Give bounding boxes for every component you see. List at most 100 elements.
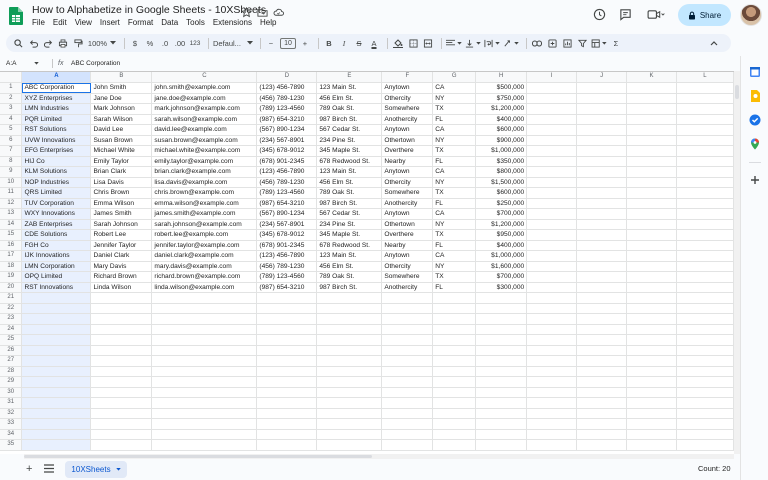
cell-d22[interactable] bbox=[256, 303, 318, 314]
cell-d15[interactable]: (345) 678-9012 bbox=[256, 229, 318, 241]
cell-a6[interactable]: UVW Innovations bbox=[21, 135, 92, 146]
cell-j10[interactable] bbox=[576, 177, 628, 188]
cell-c14[interactable]: sarah.johnson@example.com bbox=[151, 219, 258, 230]
cell-l9[interactable] bbox=[676, 166, 734, 178]
cell-f29[interactable] bbox=[381, 376, 434, 388]
cell-j28[interactable] bbox=[576, 366, 628, 377]
cell-j19[interactable] bbox=[576, 271, 628, 283]
cell-e8[interactable]: 678 Redwood St. bbox=[316, 156, 383, 167]
cell-h9[interactable]: $800,000 bbox=[475, 166, 528, 178]
cell-d26[interactable] bbox=[256, 345, 318, 356]
row-header[interactable]: 4 bbox=[0, 114, 23, 125]
cell-g10[interactable]: NY bbox=[432, 177, 477, 188]
column-header-d[interactable]: D bbox=[256, 72, 318, 83]
cell-b17[interactable]: Daniel Clark bbox=[90, 250, 153, 262]
cell-i2[interactable] bbox=[526, 93, 578, 104]
cell-a13[interactable]: WXY Innovations bbox=[21, 208, 92, 220]
cell-g30[interactable] bbox=[432, 387, 477, 398]
cell-a14[interactable]: ZAB Enterprises bbox=[21, 219, 92, 230]
cell-i15[interactable] bbox=[526, 229, 578, 241]
menu-data[interactable]: Data bbox=[161, 18, 178, 27]
cell-c35[interactable] bbox=[151, 439, 258, 451]
cell-i17[interactable] bbox=[526, 250, 578, 262]
cell-g7[interactable]: TX bbox=[432, 145, 477, 157]
cell-e29[interactable] bbox=[316, 376, 383, 388]
cell-l20[interactable] bbox=[676, 282, 734, 293]
cell-k6[interactable] bbox=[626, 135, 677, 146]
cell-d18[interactable]: (456) 789-1230 bbox=[256, 261, 318, 272]
cell-f28[interactable] bbox=[381, 366, 434, 377]
cell-c18[interactable]: mary.davis@example.com bbox=[151, 261, 258, 272]
cell-h20[interactable]: $300,000 bbox=[475, 282, 528, 293]
cell-i23[interactable] bbox=[526, 313, 578, 325]
cell-c28[interactable] bbox=[151, 366, 258, 377]
cell-d14[interactable]: (234) 567-8901 bbox=[256, 219, 318, 230]
cell-c2[interactable]: jane.doe@example.com bbox=[151, 93, 258, 104]
cell-h33[interactable] bbox=[475, 418, 528, 430]
cell-e18[interactable]: 456 Elm St. bbox=[316, 261, 383, 272]
cell-j23[interactable] bbox=[576, 313, 628, 325]
cell-b16[interactable]: Jennifer Taylor bbox=[90, 240, 153, 251]
comment-icon[interactable] bbox=[619, 8, 632, 21]
cell-b19[interactable]: Richard Brown bbox=[90, 271, 153, 283]
cell-l24[interactable] bbox=[676, 324, 734, 335]
cell-k12[interactable] bbox=[626, 198, 677, 209]
column-header-k[interactable]: K bbox=[626, 72, 677, 83]
row-header[interactable]: 34 bbox=[0, 429, 23, 440]
cell-b30[interactable] bbox=[90, 387, 153, 398]
row-header[interactable]: 9 bbox=[0, 166, 23, 178]
cell-h35[interactable] bbox=[475, 439, 528, 451]
cell-e20[interactable]: 987 Birch St. bbox=[316, 282, 383, 293]
cell-e32[interactable] bbox=[316, 408, 383, 419]
cell-l28[interactable] bbox=[676, 366, 734, 377]
cell-h6[interactable]: $900,000 bbox=[475, 135, 528, 146]
cell-e12[interactable]: 987 Birch St. bbox=[316, 198, 383, 209]
cell-h4[interactable]: $400,000 bbox=[475, 114, 528, 125]
cell-e2[interactable]: 456 Elm St. bbox=[316, 93, 383, 104]
text-wrap-icon[interactable] bbox=[484, 36, 500, 50]
cell-d21[interactable] bbox=[256, 292, 318, 304]
cell-l1[interactable] bbox=[676, 82, 734, 94]
cell-j12[interactable] bbox=[576, 198, 628, 209]
tasks-icon[interactable] bbox=[749, 114, 761, 126]
row-header[interactable]: 18 bbox=[0, 261, 23, 272]
star-icon[interactable] bbox=[240, 5, 253, 18]
cell-j1[interactable] bbox=[576, 82, 628, 94]
cell-c24[interactable] bbox=[151, 324, 258, 335]
menu-format[interactable]: Format bbox=[128, 18, 153, 27]
row-header[interactable]: 16 bbox=[0, 240, 23, 251]
cell-e7[interactable]: 345 Maple St. bbox=[316, 145, 383, 157]
cell-i16[interactable] bbox=[526, 240, 578, 251]
cell-l4[interactable] bbox=[676, 114, 734, 125]
functions-button[interactable]: Σ bbox=[610, 36, 622, 50]
cell-i25[interactable] bbox=[526, 334, 578, 346]
cell-c17[interactable]: daniel.clark@example.com bbox=[151, 250, 258, 262]
row-header[interactable]: 5 bbox=[0, 124, 23, 136]
cell-k32[interactable] bbox=[626, 408, 677, 419]
cell-e35[interactable] bbox=[316, 439, 383, 451]
cell-e31[interactable] bbox=[316, 397, 383, 409]
cell-f15[interactable]: Overthere bbox=[381, 229, 434, 241]
cell-l33[interactable] bbox=[676, 418, 734, 430]
cell-d19[interactable]: (789) 123-4560 bbox=[256, 271, 318, 283]
selection-count[interactable]: Count: 20 bbox=[698, 464, 731, 473]
calendar-icon[interactable] bbox=[749, 66, 761, 78]
cell-h19[interactable]: $700,000 bbox=[475, 271, 528, 283]
cell-l11[interactable] bbox=[676, 187, 734, 199]
cell-e24[interactable] bbox=[316, 324, 383, 335]
row-header[interactable]: 3 bbox=[0, 103, 23, 115]
row-header[interactable]: 10 bbox=[0, 177, 23, 188]
cell-a10[interactable]: NOP Industries bbox=[21, 177, 92, 188]
row-header[interactable]: 14 bbox=[0, 219, 23, 230]
cell-b29[interactable] bbox=[90, 376, 153, 388]
column-header-i[interactable]: I bbox=[526, 72, 578, 83]
cell-i30[interactable] bbox=[526, 387, 578, 398]
cell-j16[interactable] bbox=[576, 240, 628, 251]
cell-j25[interactable] bbox=[576, 334, 628, 346]
undo-icon[interactable] bbox=[27, 36, 39, 50]
cell-c8[interactable]: emily.taylor@example.com bbox=[151, 156, 258, 167]
cell-f11[interactable]: Somewhere bbox=[381, 187, 434, 199]
avatar[interactable] bbox=[740, 4, 762, 26]
cell-f16[interactable]: Nearby bbox=[381, 240, 434, 251]
cell-b12[interactable]: Emma Wilson bbox=[90, 198, 153, 209]
